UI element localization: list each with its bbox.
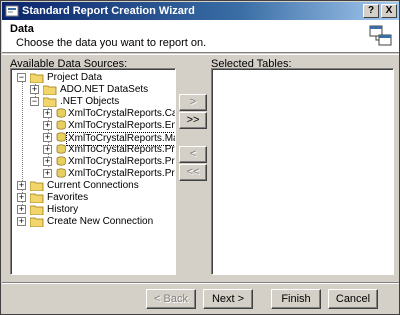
expand-icon[interactable]: + bbox=[17, 205, 26, 214]
remove-table-button[interactable]: < bbox=[179, 146, 207, 163]
folder-open-icon bbox=[43, 97, 57, 107]
app-icon bbox=[5, 5, 19, 17]
step-title: Data bbox=[10, 23, 34, 35]
finish-button[interactable]: Finish bbox=[271, 289, 321, 309]
tree-item-label: .NET Objects bbox=[60, 96, 120, 107]
folder-icon bbox=[30, 205, 44, 215]
tree-item-label: XmlToCrystalReports.Program bbox=[68, 144, 175, 155]
folder-icon bbox=[30, 193, 44, 203]
tree-item-label: XmlToCrystalReports.Properties bbox=[68, 168, 175, 179]
cancel-button[interactable]: Cancel bbox=[328, 289, 378, 309]
database-icon bbox=[56, 108, 66, 118]
step-subtitle: Choose the data you want to report on. bbox=[16, 37, 207, 49]
folder-icon bbox=[30, 181, 44, 191]
collapse-icon[interactable]: − bbox=[30, 97, 39, 106]
expand-icon[interactable]: + bbox=[43, 121, 52, 130]
remove-all-tables-button[interactable]: << bbox=[179, 164, 207, 181]
expand-icon[interactable]: + bbox=[43, 169, 52, 178]
tree-item-label: XmlToCrystalReports.Properties bbox=[68, 156, 175, 167]
expand-icon[interactable]: + bbox=[30, 85, 39, 94]
title-bar[interactable]: Standard Report Creation Wizard ? X bbox=[2, 2, 399, 20]
selected-tables-list[interactable] bbox=[211, 68, 394, 275]
tree-item-label: Current Connections bbox=[47, 180, 139, 191]
tree-item-label: Favorites bbox=[47, 192, 89, 203]
tree-item-label: XmlToCrystalReports.CachedEm bbox=[68, 108, 175, 119]
wizard-window: Standard Report Creation Wizard ? X Data… bbox=[0, 0, 400, 315]
add-table-button[interactable]: > bbox=[179, 94, 207, 111]
wizard-header: Data Choose the data you want to report … bbox=[2, 20, 399, 53]
help-button[interactable]: ? bbox=[363, 4, 379, 18]
database-icon bbox=[56, 156, 66, 166]
folder-open-icon bbox=[30, 73, 44, 83]
close-button[interactable]: X bbox=[381, 4, 397, 18]
available-sources-tree[interactable]: − Project Data + ADO.NET DataSets − .NET… bbox=[10, 68, 176, 275]
header-divider bbox=[2, 54, 399, 55]
expand-icon[interactable]: + bbox=[43, 157, 52, 166]
expand-icon[interactable]: + bbox=[17, 217, 26, 226]
add-all-tables-button[interactable]: >> bbox=[179, 112, 207, 129]
window-title: Standard Report Creation Wizard bbox=[22, 5, 195, 17]
expand-icon[interactable]: + bbox=[17, 193, 26, 202]
tree-item-label: Project Data bbox=[47, 72, 103, 83]
expand-icon[interactable]: + bbox=[17, 181, 26, 190]
database-icon bbox=[56, 168, 66, 178]
expand-icon[interactable]: + bbox=[43, 109, 52, 118]
tree-item-label: Create New Connection bbox=[47, 216, 154, 227]
tree-item-label: ADO.NET DataSets bbox=[60, 84, 149, 95]
folder-icon bbox=[43, 85, 57, 95]
tables-icon bbox=[369, 25, 392, 46]
folder-icon bbox=[30, 217, 44, 227]
collapse-icon[interactable]: − bbox=[17, 73, 26, 82]
database-icon bbox=[56, 144, 66, 154]
expand-icon[interactable]: + bbox=[43, 145, 52, 154]
expand-icon[interactable]: + bbox=[43, 133, 52, 142]
tree-item-label: History bbox=[47, 204, 79, 215]
database-icon bbox=[56, 120, 66, 130]
tree-item-label: XmlToCrystalReports.Employee: bbox=[68, 120, 175, 131]
footer-divider bbox=[2, 282, 399, 284]
back-button[interactable]: < Back bbox=[146, 289, 196, 309]
next-button[interactable]: Next > bbox=[203, 289, 253, 309]
